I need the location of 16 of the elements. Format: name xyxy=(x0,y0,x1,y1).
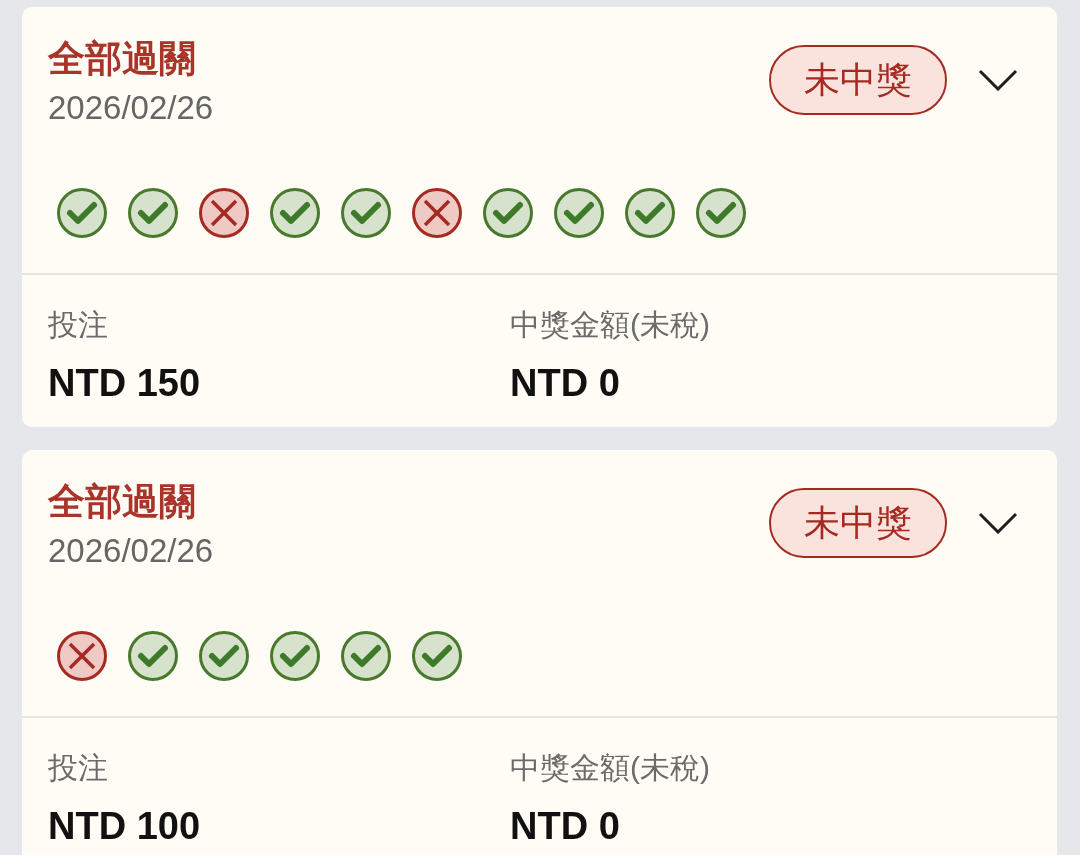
stake-amount: NTD 100 xyxy=(48,804,202,849)
payout-amount: NTD 0 xyxy=(510,804,621,849)
bet-date: 2026/02/26 xyxy=(48,531,214,571)
payout-label: 中獎金額(未稅) xyxy=(510,307,710,343)
bet-type-title: 全部過關 xyxy=(48,480,197,524)
bet-type-title: 全部過關 xyxy=(48,37,197,81)
chevron-icon[interactable] xyxy=(978,512,1018,534)
status-badge: 未中獎 xyxy=(769,488,947,558)
stake-label: 投注 xyxy=(48,307,109,343)
payout-amount: NTD 0 xyxy=(510,361,621,406)
payout-label: 中獎金額(未稅) xyxy=(510,750,710,786)
stake-amount: NTD 150 xyxy=(48,361,202,406)
bet-date: 2026/02/26 xyxy=(48,88,214,128)
chevron-icon[interactable] xyxy=(978,69,1018,91)
stake-label: 投注 xyxy=(48,750,109,786)
status-badge: 未中獎 xyxy=(769,45,947,115)
